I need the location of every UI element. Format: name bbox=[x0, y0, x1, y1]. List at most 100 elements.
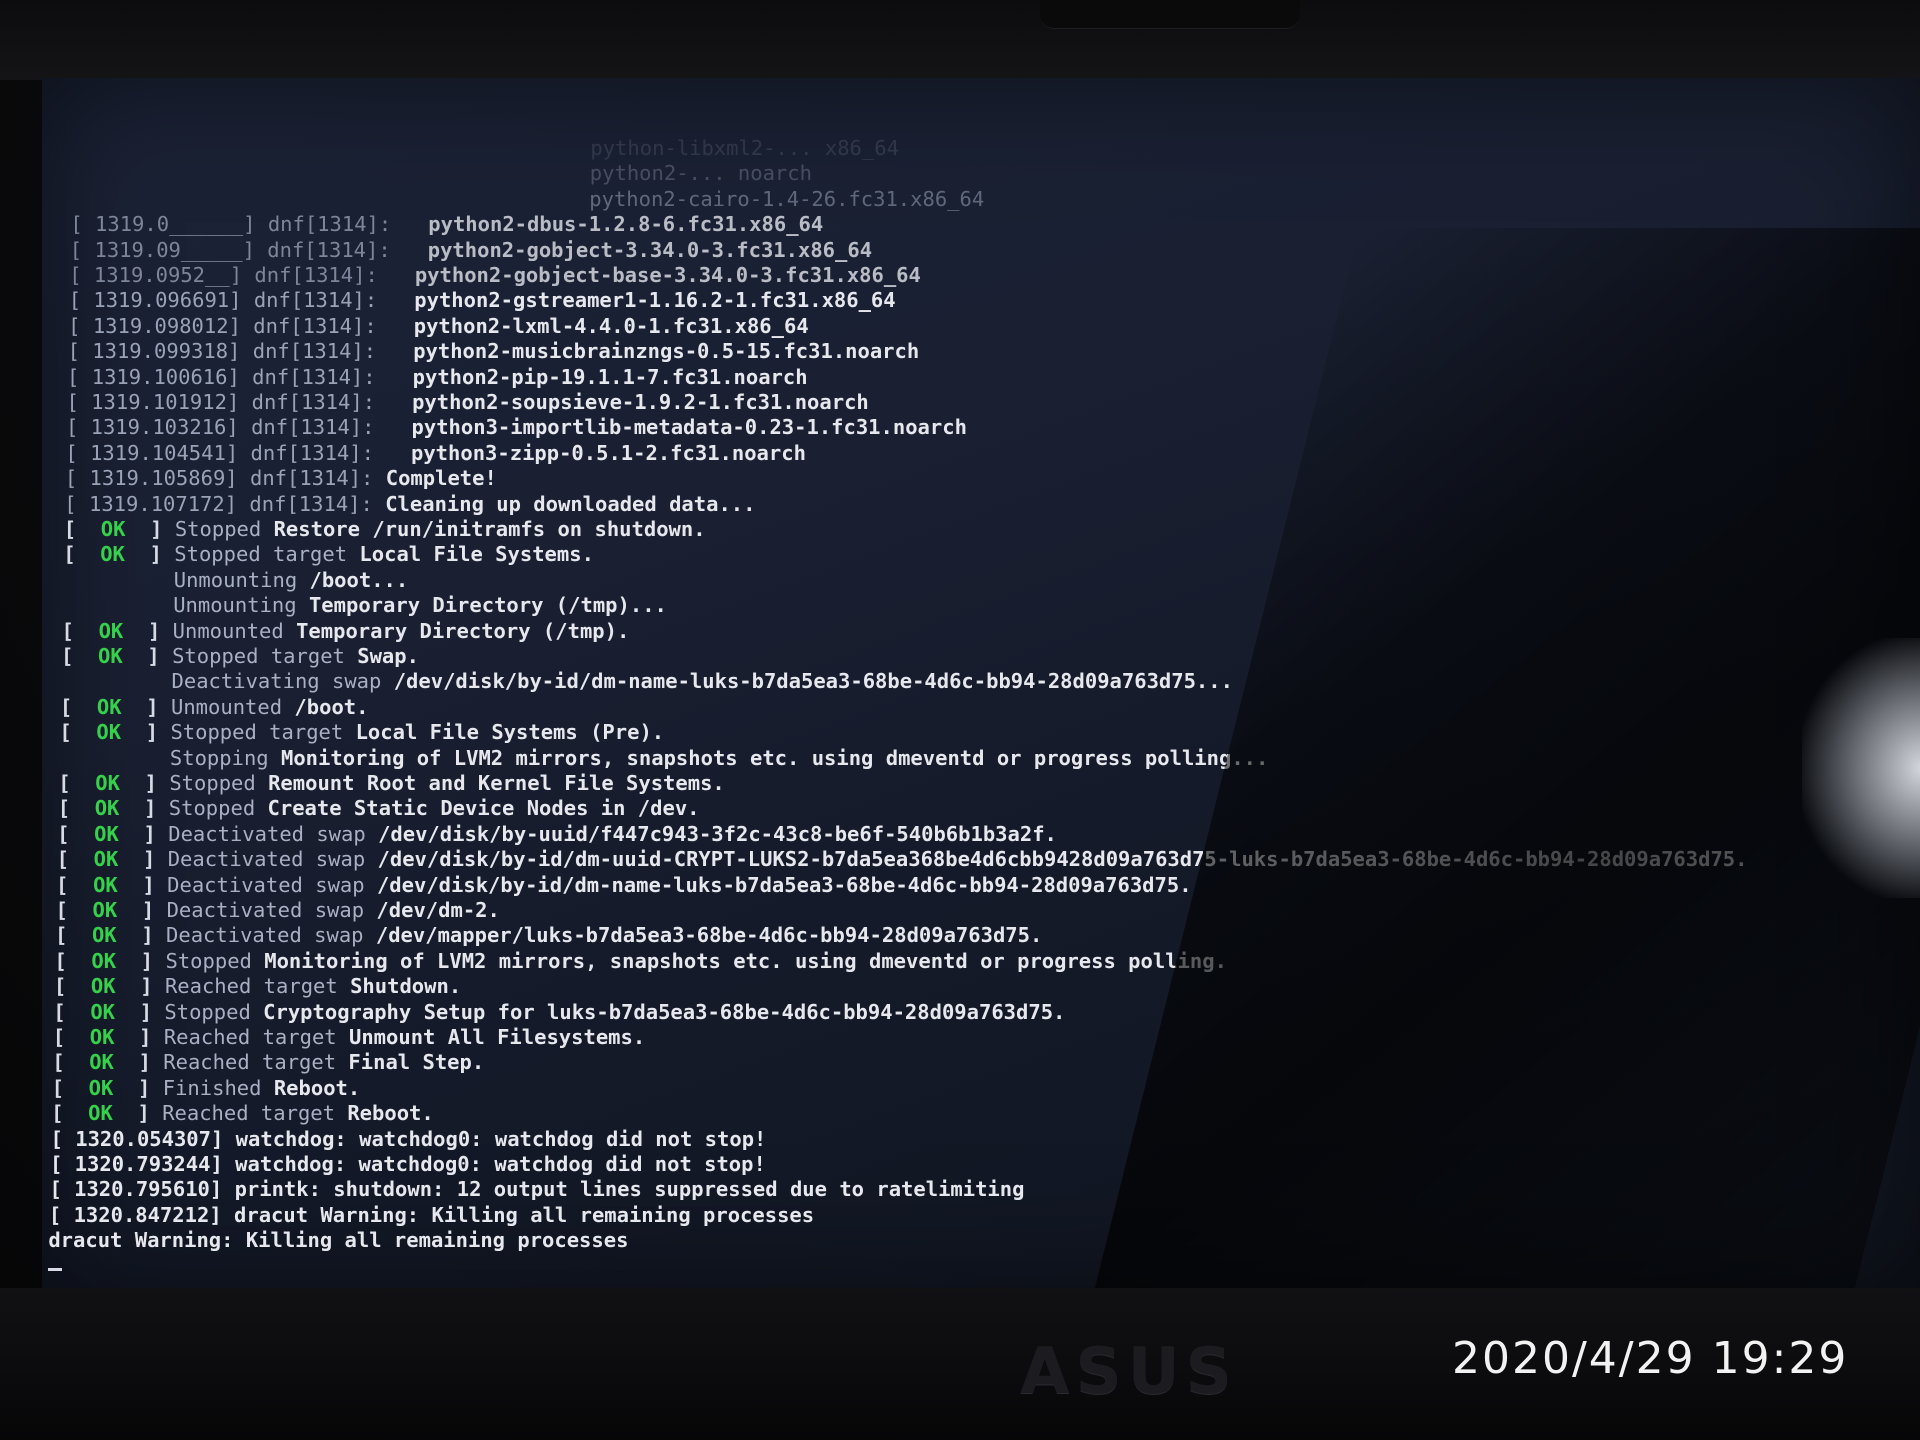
faded-log-line: python2-cairo-1.4-26.fc31.x86_64 bbox=[71, 187, 984, 212]
systemd-status-line: [ OK ] Deactivated swap /dev/disk/by-uui… bbox=[57, 822, 1057, 847]
terminal-screen: python-libxml2-... x86_64 python2-... no… bbox=[42, 78, 1920, 1288]
dnf-log-line: [ 1319.09_____] dnf[1314]: python2-gobje… bbox=[70, 238, 872, 263]
photo-of-laptop-screen: python-libxml2-... x86_64 python2-... no… bbox=[0, 0, 1920, 1440]
status-message: Reboot. bbox=[273, 1075, 361, 1100]
status-bracket: [ bbox=[58, 771, 96, 795]
status-bracket: [ bbox=[61, 618, 99, 643]
status-message: Swap. bbox=[357, 644, 419, 668]
ok-status: OK bbox=[88, 1075, 114, 1100]
ok-status: OK bbox=[89, 1025, 115, 1049]
kernel-log-line: [ 1320.795610] printk: shutdown: 12 outp… bbox=[49, 1177, 1024, 1202]
systemd-status-line: [ OK ] Deactivated swap /dev/disk/by-id/… bbox=[57, 847, 1748, 872]
kernel-log-line: [ 1320.054307] watchdog: watchdog0: watc… bbox=[51, 1127, 767, 1152]
status-bracket: [ bbox=[53, 999, 91, 1024]
log-prefix: [ 1319.09_____] dnf[1314]: bbox=[69, 237, 391, 262]
status-bracket: ] bbox=[119, 796, 169, 821]
dnf-log-line: [ 1319.101912] dnf[1314]: python2-soupsi… bbox=[67, 390, 869, 415]
kernel-message: dracut Warning: Killing all remaining pr… bbox=[48, 1228, 629, 1253]
systemd-status-line: Unmounting /boot... bbox=[63, 568, 409, 593]
systemd-status-line: [ OK ] Reached target Reboot. bbox=[51, 1101, 434, 1126]
log-message: python2-gobject-3.34.0-3.fc31.x86_64 bbox=[427, 237, 873, 262]
systemd-status-line: [ OK ] Deactivated swap /dev/mapper/luks… bbox=[55, 923, 1042, 948]
status-verb: Deactivated swap bbox=[166, 923, 364, 948]
systemd-status-line: [ OK ] Reached target Unmount All Filesy… bbox=[53, 1025, 645, 1050]
ok-status: OK bbox=[91, 948, 117, 973]
status-verb: Unmounting bbox=[173, 593, 297, 618]
brand-logo: ASUS bbox=[1020, 1335, 1238, 1409]
dnf-log-line: [ 1319.107172] dnf[1314]: Cleaning up do… bbox=[64, 492, 755, 517]
status-bracket: ] bbox=[118, 847, 168, 872]
status-bracket: [ bbox=[59, 694, 97, 719]
status-bracket: ] bbox=[118, 821, 169, 846]
status-verb: Deactivated swap bbox=[168, 821, 366, 846]
systemd-status-line: [ OK ] Stopped target Swap. bbox=[61, 644, 419, 669]
log-prefix: [ 1319.104541] dnf[1314]: bbox=[65, 440, 374, 465]
light-glare bbox=[1802, 638, 1920, 898]
systemd-status-line: [ OK ] Stopped target Local File Systems… bbox=[59, 720, 664, 745]
faded-log-text: python2-cairo-1.4-26.fc31.x86_64 bbox=[70, 186, 985, 211]
kernel-message: [ 1320.054307] watchdog: watchdog0: watc… bbox=[50, 1126, 767, 1151]
kernel-message: [ 1320.795610] printk: shutdown: 12 outp… bbox=[49, 1177, 1025, 1202]
status-bracket: ] bbox=[115, 974, 165, 999]
log-message: Complete! bbox=[385, 466, 497, 491]
dnf-log-line: [ 1319.104541] dnf[1314]: python3-zipp-0… bbox=[65, 441, 806, 466]
status-message: Monitoring of LVM2 mirrors, snapshots et… bbox=[264, 948, 1227, 973]
ok-status: OK bbox=[92, 898, 118, 922]
status-message: Unmount All Filesystems. bbox=[348, 1025, 646, 1049]
status-message: Monitoring of LVM2 mirrors, snapshots et… bbox=[280, 745, 1269, 770]
systemd-status-line: [ OK ] Reached target Final Step. bbox=[52, 1050, 484, 1075]
status-message: Final Step. bbox=[348, 1050, 485, 1075]
status-verb: Deactivated swap bbox=[167, 847, 366, 872]
ok-status: OK bbox=[98, 618, 124, 643]
systemd-status-line: [ OK ] Stopped Remount Root and Kernel F… bbox=[58, 771, 725, 796]
status-message: Local File Systems (Pre). bbox=[355, 720, 665, 745]
status-bracket: ] bbox=[121, 720, 171, 745]
status-verb: Stopped bbox=[164, 999, 251, 1024]
log-prefix: [ 1319.098012] dnf[1314]: bbox=[68, 313, 377, 338]
status-bracket: [ bbox=[56, 872, 94, 897]
kernel-message: [ 1320.793244] watchdog: watchdog0: watc… bbox=[50, 1152, 766, 1176]
status-bracket: [ bbox=[54, 923, 92, 948]
log-prefix: [ 1319.101912] dnf[1314]: bbox=[66, 390, 376, 414]
log-prefix: [ 1319.099318] dnf[1314]: bbox=[67, 339, 377, 364]
status-message: /dev/disk/by-id/dm-uuid-CRYPT-LUKS2-b7da… bbox=[377, 847, 1748, 872]
status-bracket: [ bbox=[53, 974, 91, 999]
dnf-log-line: [ 1319.098012] dnf[1314]: python2-lxml-4… bbox=[68, 314, 809, 339]
status-bracket: [ bbox=[57, 796, 95, 821]
faded-log-line: python2-... noarch bbox=[71, 161, 812, 186]
ok-status: OK bbox=[94, 821, 119, 846]
log-message: python2-soupsieve-1.9.2-1.fc31.noarch bbox=[412, 390, 869, 414]
dnf-log-line: [ 1319.100616] dnf[1314]: python2-pip-19… bbox=[67, 365, 808, 390]
status-bracket: ] bbox=[117, 872, 168, 897]
status-message: /dev/dm-2. bbox=[376, 898, 500, 922]
status-bracket: ] bbox=[115, 999, 165, 1024]
status-message: /dev/disk/by-id/dm-name-luks-b7da5ea3-68… bbox=[393, 669, 1233, 694]
status-bracket: ] bbox=[112, 1101, 163, 1126]
log-message: python2-gstreamer1-1.16.2-1.fc31.x86_64 bbox=[414, 288, 896, 313]
status-bracket: [ bbox=[59, 720, 97, 745]
status-bracket: [ bbox=[52, 1025, 90, 1049]
faded-log-line: python-libxml2-... x86_64 bbox=[72, 136, 899, 161]
log-prefix: [ 1319.0952__] dnf[1314]: bbox=[69, 263, 378, 287]
log-message: python3-zipp-0.5.1-2.fc31.noarch bbox=[410, 440, 806, 465]
status-verb: Reached target bbox=[164, 974, 338, 999]
status-bracket: [ bbox=[56, 847, 94, 872]
status-verb: Stopped bbox=[165, 948, 252, 973]
systemd-status-line: [ OK ] Reached target Shutdown. bbox=[54, 974, 461, 999]
ok-status: OK bbox=[94, 796, 120, 821]
ok-status: OK bbox=[90, 999, 116, 1024]
kernel-message: [ 1320.847212] dracut Warning: Killing a… bbox=[48, 1202, 815, 1227]
ok-status: OK bbox=[93, 847, 119, 872]
ok-status: OK bbox=[96, 720, 122, 745]
faded-log-text: python-libxml2-... x86_64 bbox=[72, 136, 899, 160]
status-verb: Reached target bbox=[163, 1050, 337, 1075]
status-bracket: ] bbox=[114, 1025, 164, 1049]
status-message: Cryptography Setup for luks-b7da5ea3-68b… bbox=[263, 999, 1066, 1024]
systemd-status-line: [ OK ] Unmounted /boot. bbox=[60, 695, 369, 720]
dnf-log-line: [ 1319.105869] dnf[1314]: Complete! bbox=[65, 466, 497, 491]
status-message: Create Static Device Nodes in /dev. bbox=[267, 796, 700, 821]
systemd-status-line: [ OK ] Stopped Restore /run/initramfs on… bbox=[64, 517, 706, 542]
status-bracket: [ bbox=[63, 542, 101, 567]
status-bracket: ] bbox=[117, 898, 167, 922]
log-prefix: [ 1319.107172] dnf[1314]: bbox=[64, 491, 373, 516]
